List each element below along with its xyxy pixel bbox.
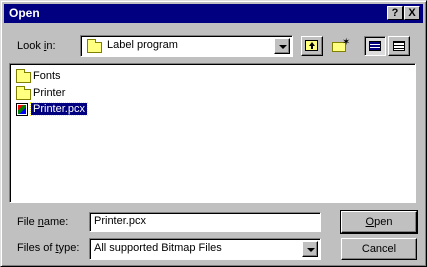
help-button[interactable]: ? <box>387 6 403 20</box>
up-one-level-button[interactable] <box>301 36 323 56</box>
folder-icon <box>16 86 31 100</box>
file-name-input[interactable]: Printer.pcx <box>89 212 321 232</box>
file-list[interactable]: Fonts Printer Printer.pcx <box>9 63 416 203</box>
look-in-combobox[interactable]: Label program <box>80 35 293 57</box>
open-button[interactable]: Open <box>340 210 418 234</box>
look-in-dropdown-button[interactable] <box>274 38 290 54</box>
look-in-label: Look in: <box>17 40 56 52</box>
details-view-button[interactable] <box>388 36 410 56</box>
folder-icon <box>16 69 31 83</box>
file-name-label: File name: <box>17 216 69 228</box>
list-view-icon <box>369 41 381 51</box>
help-icon: ? <box>391 7 399 19</box>
close-icon: X <box>408 7 416 19</box>
files-of-type-combobox[interactable]: All supported Bitmap Files <box>89 238 321 260</box>
cancel-button[interactable]: Cancel <box>341 238 417 260</box>
title-bar[interactable]: Open ? X <box>4 4 423 23</box>
folder-icon <box>87 39 102 53</box>
list-item-label: Fonts <box>33 70 61 82</box>
bitmap-file-icon <box>16 103 28 116</box>
files-of-type-dropdown-button[interactable] <box>302 241 318 257</box>
up-one-level-icon <box>305 40 318 51</box>
list-item-label: Printer <box>33 87 66 99</box>
close-button[interactable]: X <box>404 6 420 20</box>
files-of-type-value: All supported Bitmap Files <box>94 242 222 254</box>
look-in-value: Label program <box>107 39 178 51</box>
create-new-folder-button[interactable]: ✶ <box>328 36 350 56</box>
files-of-type-label: Files of type: <box>17 242 80 254</box>
list-item-label: Printer.pcx <box>30 102 88 116</box>
list-view-button[interactable] <box>364 36 386 56</box>
open-dialog: Open ? X Look in: Label program ✶ Fonts <box>0 0 427 267</box>
details-view-icon <box>393 41 405 51</box>
window-title: Open <box>9 6 40 20</box>
